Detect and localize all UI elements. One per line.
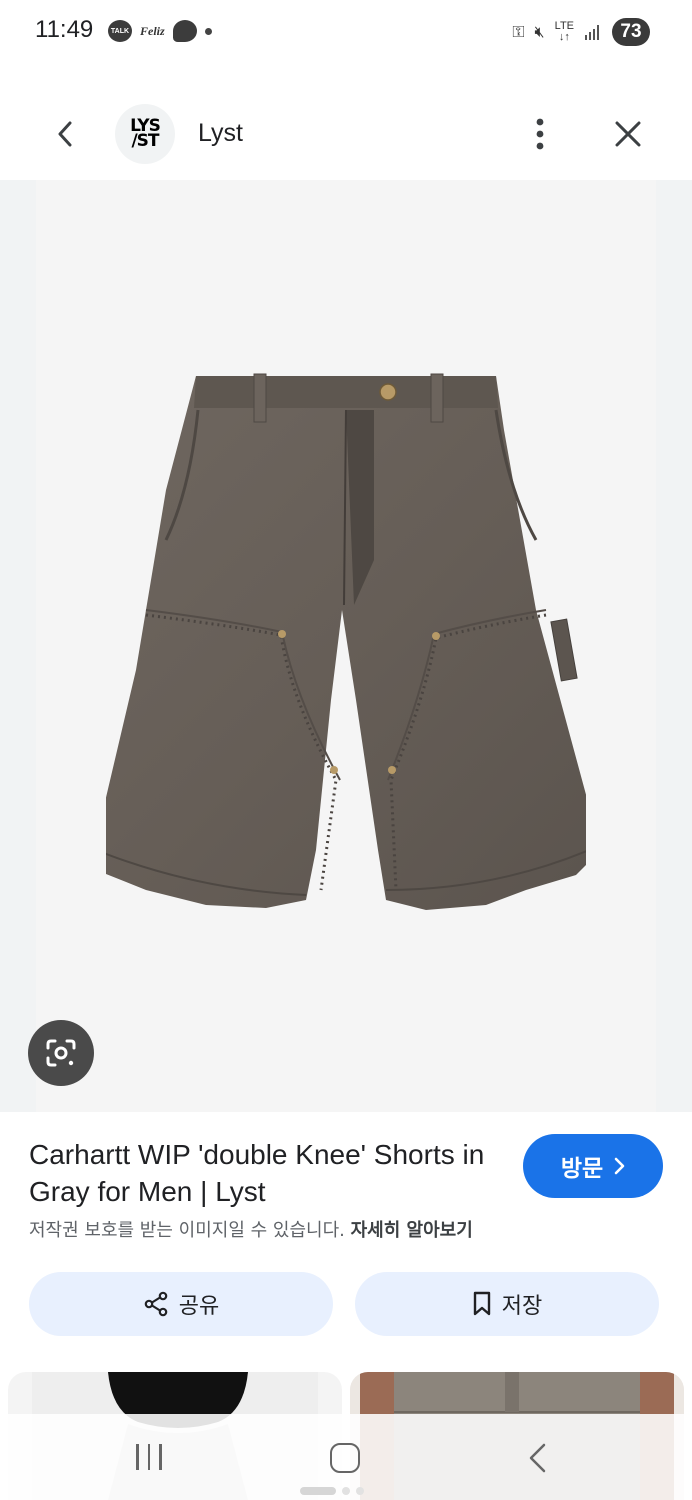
page-indicator-dot bbox=[342, 1487, 350, 1495]
bookmark-icon bbox=[473, 1291, 490, 1316]
signal-icon bbox=[585, 25, 599, 40]
site-name[interactable]: Lyst bbox=[198, 119, 243, 148]
system-back-icon[interactable] bbox=[525, 1442, 549, 1474]
page-indicator-active bbox=[300, 1487, 336, 1495]
back-button[interactable] bbox=[46, 114, 86, 154]
share-label: 공유 bbox=[178, 1294, 220, 1319]
close-icon bbox=[615, 121, 641, 147]
logo-line-2: /ST bbox=[131, 131, 159, 151]
carousel-page-indicator bbox=[300, 1487, 364, 1495]
chevron-right-icon bbox=[614, 1157, 625, 1175]
product-title[interactable]: Carhartt WIP 'double Knee' Shorts in Gra… bbox=[29, 1136, 509, 1210]
copyright-notice: 저작권 보호를 받는 이미지일 수 있습니다. 자세히 알아보기 bbox=[29, 1216, 473, 1242]
viewer-header: LYS /ST Lyst bbox=[0, 90, 692, 180]
share-button[interactable]: 공유 bbox=[29, 1272, 333, 1336]
chevron-left-icon bbox=[58, 121, 72, 147]
recents-bar bbox=[147, 1444, 150, 1470]
site-logo[interactable]: LYS /ST bbox=[115, 104, 175, 164]
kakaotalk-icon: TALK bbox=[108, 20, 132, 42]
notification-icons: TALK Feliz bbox=[108, 20, 212, 42]
save-label: 저장 bbox=[501, 1294, 543, 1319]
google-lens-button[interactable] bbox=[28, 1020, 94, 1086]
status-time: 11:49 bbox=[35, 16, 94, 43]
key-icon: ⚿ bbox=[512, 22, 525, 41]
logo-text: LYS /ST bbox=[130, 118, 161, 151]
page-indicator-dot bbox=[356, 1487, 364, 1495]
copyright-text: 저작권 보호를 받는 이미지일 수 있습니다. bbox=[29, 1220, 345, 1241]
product-image[interactable] bbox=[106, 370, 586, 930]
lte-icon: LTE ↓↑ bbox=[555, 21, 574, 43]
app-notification-icon: Feliz bbox=[140, 23, 165, 38]
lte-arrows: ↓↑ bbox=[558, 31, 570, 43]
share-icon bbox=[144, 1291, 168, 1317]
recents-bar bbox=[159, 1444, 162, 1470]
close-button[interactable] bbox=[606, 112, 650, 156]
image-preview-area[interactable] bbox=[0, 180, 692, 1112]
status-bar: 11:49 TALK Feliz ⚿ 🔇︎ LTE ↓↑ 73 bbox=[0, 0, 692, 64]
more-vert-icon bbox=[536, 118, 544, 150]
chat-notification-icon bbox=[172, 20, 197, 42]
google-lens-icon bbox=[46, 1039, 76, 1067]
mute-icon: 🔇︎ bbox=[534, 22, 545, 41]
visit-label: 방문 bbox=[560, 1156, 604, 1182]
home-button[interactable] bbox=[330, 1443, 360, 1473]
more-notifications-dot-icon bbox=[204, 27, 212, 35]
recent-apps-button[interactable] bbox=[136, 1444, 162, 1470]
more-options-button[interactable] bbox=[520, 112, 560, 156]
learn-more-link[interactable]: 자세히 알아보기 bbox=[351, 1220, 473, 1241]
recents-bar bbox=[136, 1444, 139, 1470]
battery-indicator: 73 bbox=[612, 18, 650, 46]
system-navigation-bar bbox=[0, 1414, 692, 1500]
image-frame bbox=[36, 180, 656, 1112]
system-icons: ⚿ 🔇︎ LTE ↓↑ 73 bbox=[512, 18, 650, 46]
save-button[interactable]: 저장 bbox=[355, 1272, 659, 1336]
visit-button[interactable]: 방문 bbox=[523, 1134, 663, 1198]
